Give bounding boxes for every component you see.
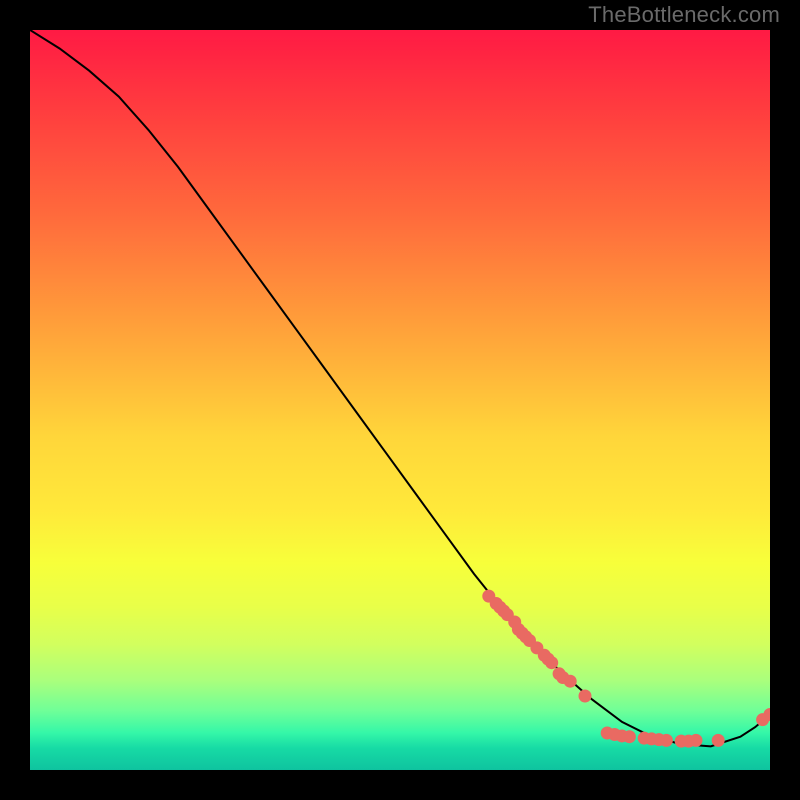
watermark-text: TheBottleneck.com (588, 2, 780, 28)
data-marker (546, 657, 558, 669)
series-curve (30, 30, 770, 746)
chart-container: TheBottleneck.com (0, 0, 800, 800)
chart-svg (30, 30, 770, 770)
data-marker (623, 731, 635, 743)
data-marker (690, 734, 702, 746)
data-marker (660, 734, 672, 746)
data-marker (579, 690, 591, 702)
data-marker (564, 675, 576, 687)
data-marker (712, 734, 724, 746)
